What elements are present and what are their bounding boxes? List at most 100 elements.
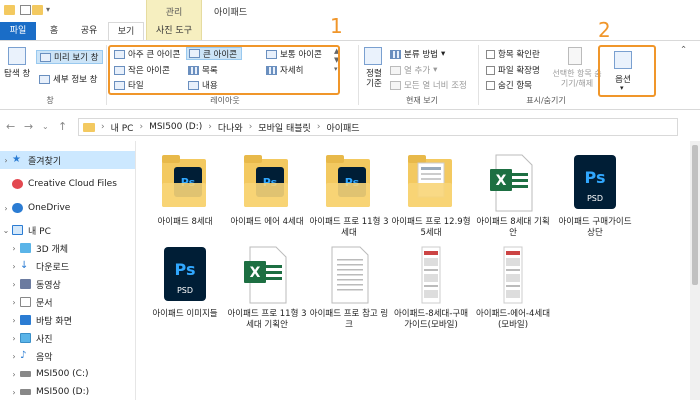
nav-pane-button[interactable]: 탐색 창 xyxy=(4,69,32,79)
size-all-columns-button[interactable]: 모든 열 너비 조정 xyxy=(390,79,467,91)
tab-home[interactable]: 홈 xyxy=(40,22,68,40)
nav-item-videos[interactable]: › 동영상 xyxy=(0,275,135,293)
image-file-icon xyxy=(503,246,523,304)
nav-item-creative-cloud[interactable]: Creative Cloud Files xyxy=(0,175,135,193)
properties-icon[interactable] xyxy=(20,5,31,15)
expand-arrow-icon[interactable]: ⌄ xyxy=(0,226,12,235)
expand-arrow-icon[interactable]: › xyxy=(8,298,20,307)
excel-icon: X xyxy=(490,154,533,212)
collapse-ribbon-icon[interactable]: ⌃ xyxy=(680,45,687,55)
nav-item-3d-objects[interactable]: › 3D 개체 xyxy=(0,239,135,257)
file-item[interactable]: X 아이패드 프로 11형 3세대 기획안 xyxy=(227,241,307,351)
breadcrumb-my-pc[interactable]: 내 PC xyxy=(111,121,134,134)
address-bar[interactable]: › 내 PC › MSI500 (D:) › 다나와 › 모바일 태블릿 › 아… xyxy=(78,118,678,136)
tab-view[interactable]: 보기 xyxy=(108,22,144,40)
file-item[interactable]: Ps 아이패드 8세대 xyxy=(145,149,225,245)
nav-item-drive-c[interactable]: › MSI500 (C:) xyxy=(0,365,135,383)
folder-icon[interactable] xyxy=(4,5,15,15)
expand-arrow-icon[interactable]: › xyxy=(8,244,20,253)
svg-text:X: X xyxy=(496,173,507,189)
expand-arrow-icon[interactable]: › xyxy=(8,262,20,271)
highlight-box-layout xyxy=(108,45,340,95)
nav-label: 3D 개체 xyxy=(36,244,69,255)
recent-dropdown-icon[interactable]: ⌄ xyxy=(42,122,49,131)
folder-icon xyxy=(83,122,95,132)
hidden-items-toggle[interactable]: 숨긴 항목 xyxy=(486,79,532,91)
psd-icon: Ps PSD xyxy=(574,155,616,209)
file-name: 아이패드-에어-4세대(모바일) xyxy=(475,309,551,330)
nav-item-downloads[interactable]: › ↓ 다운로드 xyxy=(0,257,135,275)
breadcrumb-drive-d[interactable]: MSI500 (D:) xyxy=(149,122,202,132)
star-icon: ★ xyxy=(12,154,21,165)
add-columns-button[interactable]: 열 추가 ▾ xyxy=(390,64,437,76)
file-extensions-toggle[interactable]: 파일 확장명 xyxy=(486,64,540,76)
item-checkboxes-toggle[interactable]: 항목 확인란 xyxy=(486,48,540,60)
nav-item-quick-access[interactable]: › ★ 즐겨찾기 xyxy=(0,151,135,169)
expand-arrow-icon[interactable]: › xyxy=(0,156,12,165)
item-checkboxes-checkbox[interactable] xyxy=(486,49,495,59)
group-by-button[interactable]: 분류 방법 ▾ xyxy=(390,48,445,60)
qa-dropdown-icon[interactable]: ▾ xyxy=(46,5,52,15)
file-item[interactable]: X 아이패드 8세대 기획안 xyxy=(473,149,553,245)
scrollbar[interactable] xyxy=(690,141,700,400)
file-name: 아이패드 프로 11형 3세대 기획안 xyxy=(227,309,307,330)
file-item[interactable]: Ps PSD 아이패드 이미지들 xyxy=(145,241,225,351)
expand-arrow-icon[interactable]: › xyxy=(8,280,20,289)
sort-icon[interactable] xyxy=(364,47,382,65)
scrollbar-thumb[interactable] xyxy=(692,145,698,285)
breadcrumb-separator: › xyxy=(208,122,212,132)
nav-item-documents[interactable]: › 문서 xyxy=(0,293,135,311)
up-arrow-icon[interactable]: ↑ xyxy=(58,120,67,133)
music-note-icon: ♪ xyxy=(20,350,27,361)
callout-number-1: 1 xyxy=(330,14,343,38)
back-arrow-icon[interactable]: ← xyxy=(6,120,15,133)
nav-item-pictures[interactable]: › 사진 xyxy=(0,329,135,347)
video-icon xyxy=(20,279,31,289)
nav-label: 음악 xyxy=(36,352,53,363)
hide-selected-icon[interactable] xyxy=(568,47,582,65)
nav-label: 문서 xyxy=(36,298,53,309)
nav-item-desktop[interactable]: › 바탕 화면 xyxy=(0,311,135,329)
new-folder-icon[interactable] xyxy=(32,5,43,15)
preview-pane-button[interactable]: 미리 보기 창 xyxy=(36,50,103,64)
file-extensions-label: 파일 확장명 xyxy=(498,66,540,76)
expand-arrow-icon[interactable]: › xyxy=(8,352,20,361)
file-extensions-checkbox[interactable] xyxy=(486,65,495,75)
sort-by-button[interactable]: 정렬 기준 xyxy=(362,69,386,89)
nav-pane-icon[interactable] xyxy=(8,47,26,65)
file-name: 아이패드 프로 11형 3세대 xyxy=(309,217,389,238)
file-item[interactable]: 아이패드 프로 12.9형 5세대 xyxy=(391,149,471,245)
details-pane-button[interactable]: 세부 정보 창 xyxy=(36,72,101,86)
nav-item-onedrive[interactable]: › OneDrive xyxy=(0,199,135,217)
file-item[interactable]: Ps 아이패드 에어 4세대 xyxy=(227,149,307,245)
tab-share[interactable]: 공유 xyxy=(72,22,106,40)
file-item[interactable]: 아이패드 프로 참고 링크 xyxy=(309,241,389,351)
tab-photo-tools[interactable]: 사진 도구 xyxy=(146,22,202,40)
hide-selected-button[interactable]: 선택한 항목 숨기기/해제 xyxy=(552,69,602,89)
file-item[interactable]: Ps 아이패드 프로 11형 3세대 xyxy=(309,149,389,245)
breadcrumb-ipad[interactable]: 아이패드 xyxy=(326,121,359,134)
file-list: Ps 아이패드 8세대 Ps 아이패드 에어 4세대 Ps 아이패드 프로 11… xyxy=(137,141,690,400)
expand-arrow-icon[interactable]: › xyxy=(8,316,20,325)
item-checkboxes-label: 항목 확인란 xyxy=(498,50,540,60)
breadcrumb-mobile-tablet[interactable]: 모바일 태블릿 xyxy=(258,121,311,134)
expand-arrow-icon[interactable]: › xyxy=(8,334,20,343)
nav-item-this-pc[interactable]: ⌄ 내 PC xyxy=(0,221,135,239)
expand-arrow-icon[interactable]: › xyxy=(8,388,20,397)
expand-arrow-icon[interactable]: › xyxy=(0,204,12,213)
divider xyxy=(358,45,359,105)
breadcrumb-danawa[interactable]: 다나와 xyxy=(218,121,243,134)
psd-folder-icon: Ps xyxy=(326,155,370,207)
hidden-items-label: 숨긴 항목 xyxy=(498,81,532,91)
drive-icon xyxy=(20,389,31,395)
file-item[interactable]: 아이패드-에어-4세대(모바일) xyxy=(473,241,553,351)
expand-arrow-icon[interactable]: › xyxy=(8,370,20,379)
nav-item-music[interactable]: › ♪ 음악 xyxy=(0,347,135,365)
hidden-items-checkbox[interactable] xyxy=(486,80,495,90)
nav-item-drive-d[interactable]: › MSI500 (D:) xyxy=(0,383,135,400)
file-item[interactable]: Ps PSD 아이패드 구매가이드 상단 xyxy=(555,149,635,245)
tab-file[interactable]: 파일 xyxy=(0,22,36,40)
file-item[interactable]: 아이패드-8세대-구매가이드(모바일) xyxy=(391,241,471,351)
svg-text:Ps: Ps xyxy=(175,260,196,279)
forward-arrow-icon[interactable]: → xyxy=(24,120,33,133)
